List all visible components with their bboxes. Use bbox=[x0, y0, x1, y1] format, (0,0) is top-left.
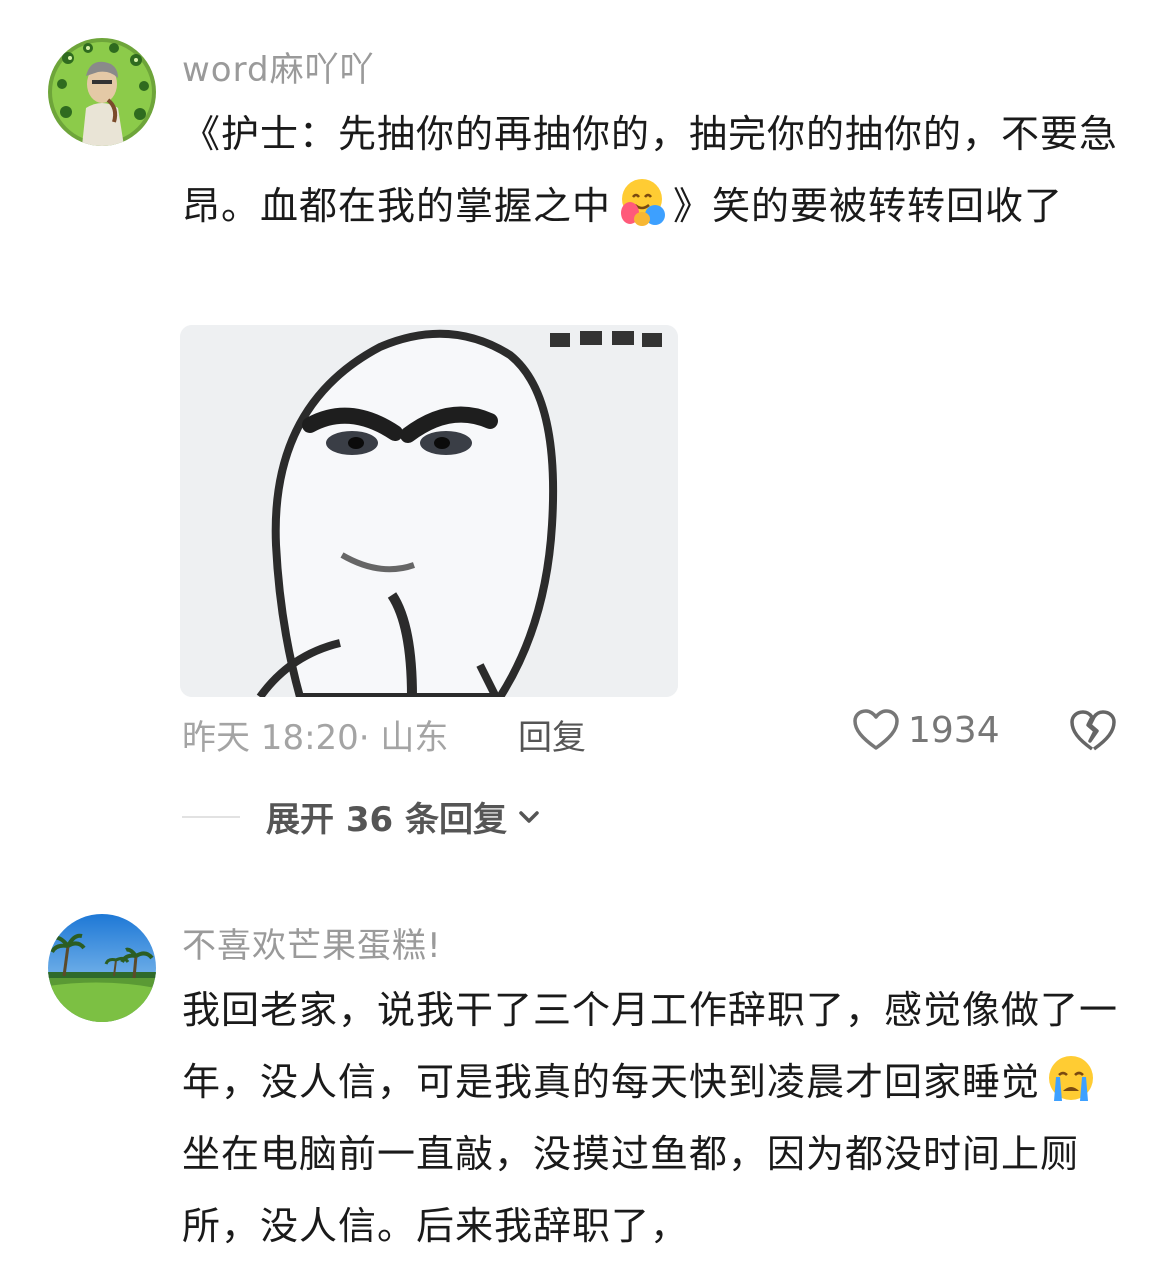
hugging-face-emoji-icon bbox=[615, 175, 669, 229]
comment-meta: 昨天 18:20· 山东 bbox=[182, 718, 449, 758]
avatar[interactable] bbox=[48, 914, 156, 1022]
comment-time: 昨天 18:20 bbox=[182, 718, 359, 758]
dislike-button[interactable] bbox=[1068, 708, 1118, 758]
like-count: 1934 bbox=[908, 709, 1000, 751]
broken-heart-icon bbox=[1070, 710, 1116, 751]
username[interactable]: 不喜欢芒果蛋糕! bbox=[182, 918, 442, 967]
comment-text: 《护士：先抽你的再抽你的，抽完你的抽你的，不要急昂。血都在我的掌握之中 》笑的要被… bbox=[182, 112, 1119, 229]
divider-line bbox=[182, 815, 240, 818]
heart-icon bbox=[853, 709, 899, 750]
username[interactable]: word麻吖吖 bbox=[182, 42, 375, 91]
comment-image[interactable] bbox=[180, 325, 678, 697]
crying-face-emoji-icon bbox=[1044, 1051, 1098, 1105]
chevron-down-icon bbox=[519, 810, 539, 823]
expand-replies-button[interactable]: 展开 36 条回复 bbox=[182, 792, 543, 841]
expand-replies-label: 展开 36 条回复 bbox=[266, 800, 507, 840]
like-button[interactable]: 1934 bbox=[852, 708, 1000, 752]
comment-location: 山东 bbox=[380, 718, 449, 758]
avatar[interactable] bbox=[48, 38, 156, 146]
reply-button[interactable]: 回复 bbox=[518, 710, 586, 759]
comment-text: 我回老家，说我干了三个月工作辞职了，感觉像做了一年，没人信，可是我真的每天快到凌… bbox=[182, 988, 1119, 1248]
